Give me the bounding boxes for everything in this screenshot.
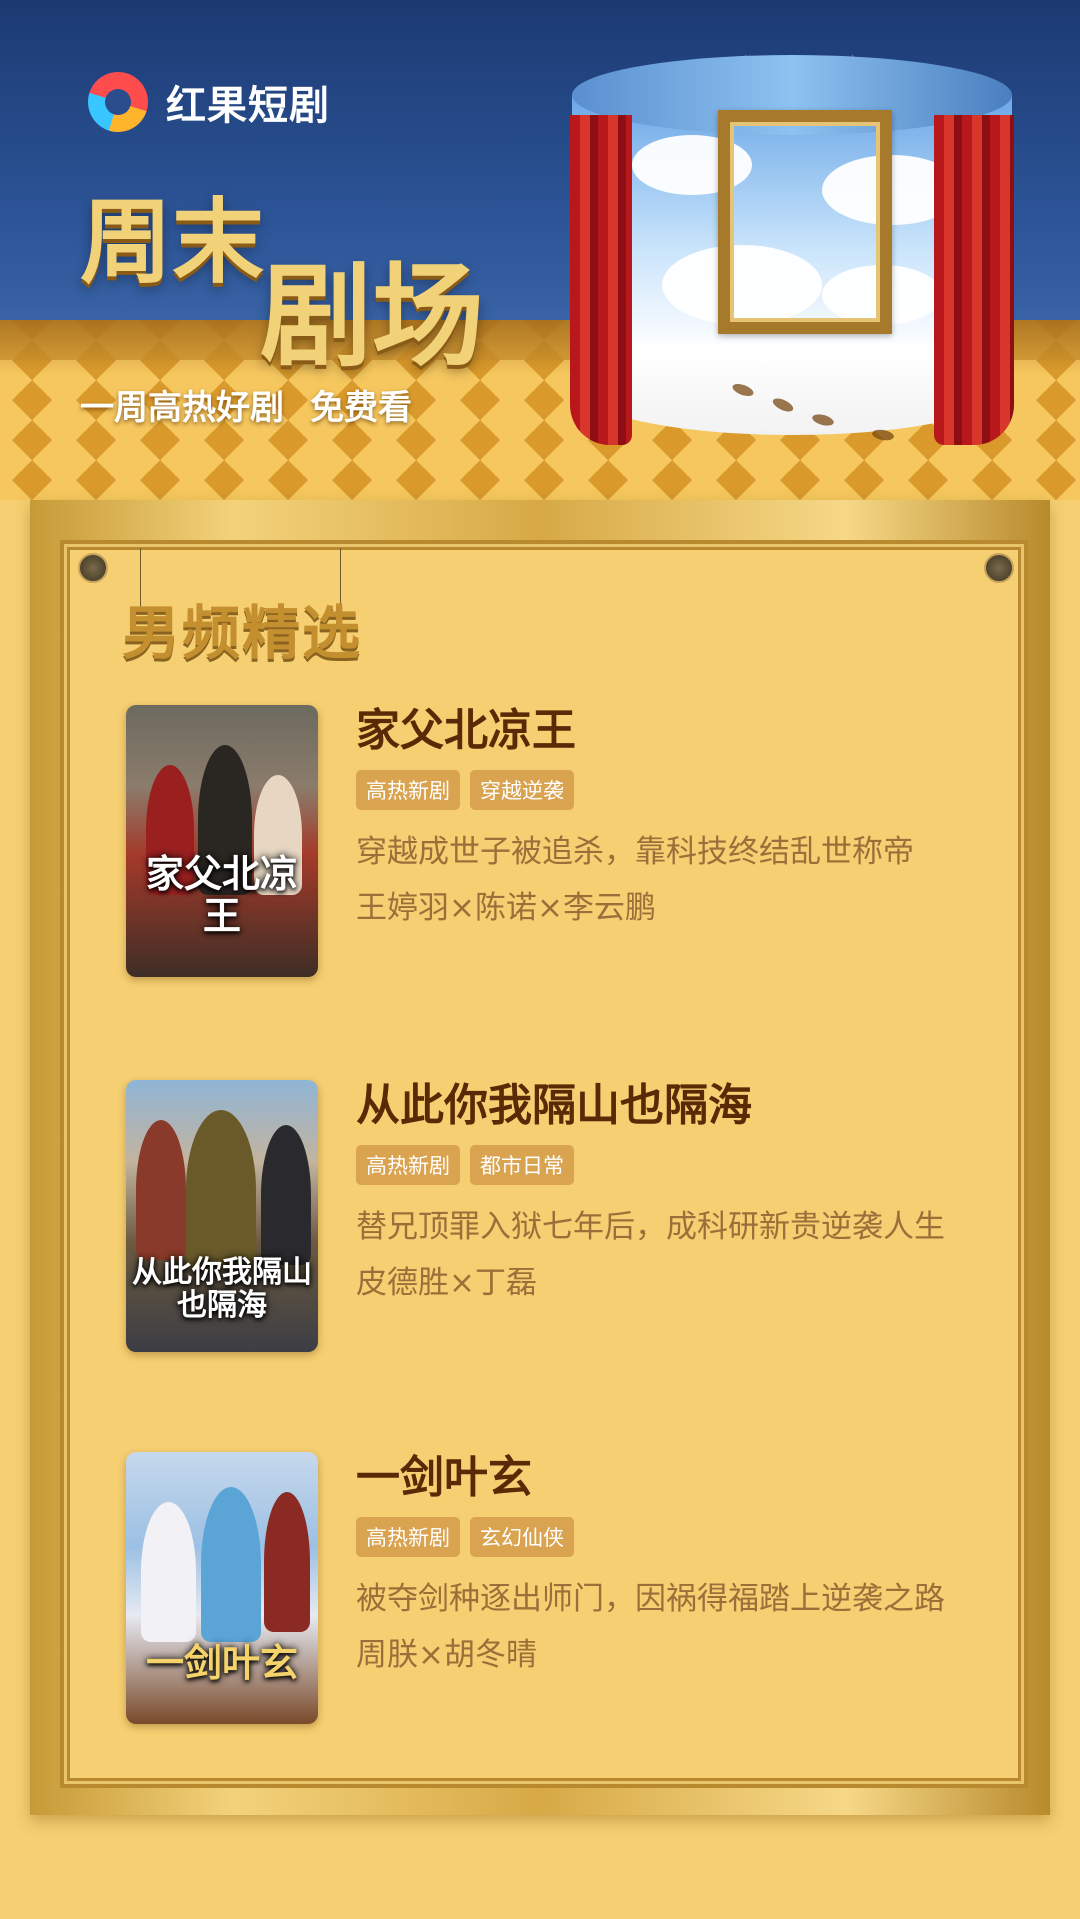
- drama-description: 替兄顶罪入狱七年后，成科研新贵逆袭人生: [356, 1208, 945, 1245]
- drama-card[interactable]: 家父北凉王 家父北凉王 高热新剧 穿越逆袭 穿越成世子被追杀，靠科技终结乱世称帝…: [126, 705, 966, 980]
- footprint-icon: [871, 428, 895, 442]
- poster-figure: [261, 1125, 311, 1265]
- drama-description: 被夺剑种逐出师门，因祸得福踏上逆袭之路: [356, 1580, 945, 1617]
- drama-tag: 高热新剧: [356, 1144, 460, 1185]
- banner-subtitle: 一周高热好剧 免费看: [80, 380, 412, 429]
- drama-tag: 高热新剧: [356, 1516, 460, 1557]
- drama-tag: 高热新剧: [356, 769, 460, 810]
- drama-tags: 高热新剧 玄幻仙侠: [356, 1516, 956, 1557]
- poster-figure: [136, 1120, 186, 1260]
- poster-figure: [201, 1487, 261, 1642]
- drama-title[interactable]: 一剑叶玄: [356, 1452, 956, 1505]
- picture-frame: [718, 110, 892, 334]
- drama-cast: 周朕×胡冬晴: [356, 1636, 537, 1673]
- red-curtain-right: [934, 115, 1014, 445]
- headline-part-2: 剧场: [260, 251, 484, 382]
- poster-figure: [141, 1502, 196, 1642]
- drama-tags: 高热新剧 都市日常: [356, 1144, 956, 1185]
- drama-cast: 王婷羽×陈诺×李云鹏: [356, 889, 656, 926]
- drama-title[interactable]: 从此你我隔山也隔海: [356, 1080, 956, 1133]
- hero-banner: 红果短剧 周末 剧场 一周高热好剧 免费看: [0, 0, 1080, 500]
- drama-title[interactable]: 家父北凉王: [356, 705, 956, 758]
- poster-title: 一剑叶玄: [145, 1640, 298, 1686]
- play-logo-icon: [88, 72, 148, 132]
- drama-tag: 穿越逆袭: [470, 769, 574, 810]
- drama-card[interactable]: 一剑叶玄 一剑叶玄 高热新剧 玄幻仙侠 被夺剑种逐出师门，因祸得福踏上逆袭之路 …: [126, 1452, 966, 1727]
- red-curtain-left: [570, 115, 632, 445]
- drama-cast: 皮德胜×丁磊: [356, 1264, 537, 1301]
- poster-title: 从此你我隔山也隔海: [132, 1255, 312, 1323]
- drama-tags: 高热新剧 穿越逆袭: [356, 769, 956, 810]
- headline-part-1: 周末: [80, 188, 265, 296]
- subtitle-part-1: 一周高热好剧: [80, 388, 284, 428]
- subtitle-part-2: 免费看: [310, 388, 412, 428]
- stage-illustration: [570, 55, 1014, 465]
- poster-title: 家父北凉王: [145, 851, 298, 939]
- drama-poster[interactable]: 从此你我隔山也隔海: [126, 1080, 318, 1352]
- drama-tag: 都市日常: [470, 1144, 574, 1185]
- drama-info: 家父北凉王 高热新剧 穿越逆袭 穿越成世子被追杀，靠科技终结乱世称帝 王婷羽×陈…: [356, 705, 956, 936]
- drama-card[interactable]: 从此你我隔山也隔海 从此你我隔山也隔海 高热新剧 都市日常 替兄顶罪入狱七年后，…: [126, 1080, 966, 1355]
- section-title: 男频精选: [122, 599, 363, 667]
- drama-poster[interactable]: 一剑叶玄: [126, 1452, 318, 1724]
- drama-description: 穿越成世子被追杀，靠科技终结乱世称帝: [356, 833, 914, 870]
- drama-info: 一剑叶玄 高热新剧 玄幻仙侠 被夺剑种逐出师门，因祸得福踏上逆袭之路 周朕×胡冬…: [356, 1452, 956, 1683]
- screw-icon: [984, 553, 1014, 583]
- poster-figure: [186, 1110, 256, 1270]
- drama-tag: 玄幻仙侠: [470, 1516, 574, 1557]
- poster-figure: [264, 1492, 310, 1632]
- brand-name: 红果短剧: [166, 83, 330, 129]
- drama-info: 从此你我隔山也隔海 高热新剧 都市日常 替兄顶罪入狱七年后，成科研新贵逆袭人生 …: [356, 1080, 956, 1311]
- screw-icon: [78, 553, 108, 583]
- brand-logo[interactable]: 红果短剧: [88, 72, 330, 132]
- drama-poster[interactable]: 家父北凉王: [126, 705, 318, 977]
